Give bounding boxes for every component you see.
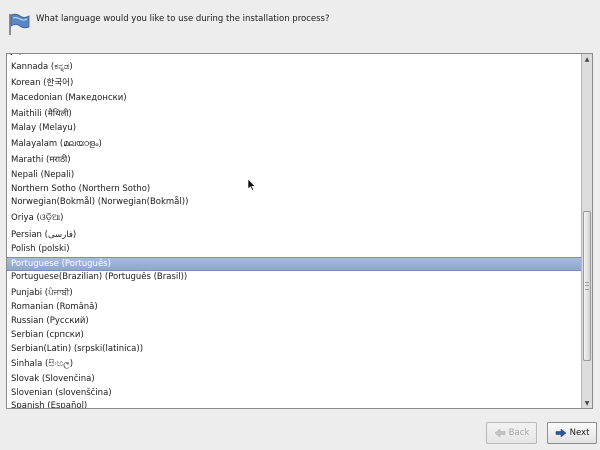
list-item[interactable]: Romanian (Română) <box>7 301 582 315</box>
list-item[interactable]: Spanish (Español) <box>7 400 582 408</box>
list-item[interactable]: Serbian (српски) <box>7 329 582 343</box>
list-item[interactable]: Nepali (Nepali) <box>7 169 582 183</box>
back-button[interactable]: Back <box>486 422 537 444</box>
back-button-label: Back <box>508 428 530 438</box>
list-item[interactable]: Polish (polski) <box>7 243 582 257</box>
scroll-thumb[interactable] <box>583 211 591 361</box>
language-list[interactable]: Japanese (日本語)Kannada (ಕನ್ನಡ)Korean (한국어… <box>7 54 582 408</box>
list-item[interactable]: Persian (فارسی) <box>7 227 582 244</box>
list-item[interactable]: Malay (Melayu) <box>7 122 582 136</box>
scroll-up-arrow-icon[interactable]: ▲ <box>582 54 592 64</box>
next-arrow-icon <box>555 428 566 438</box>
list-item[interactable]: Maithili (मैथिली) <box>7 106 582 123</box>
list-item[interactable]: Sinhala (සිංහල) <box>7 356 582 373</box>
next-button-label: Next <box>569 428 590 438</box>
list-item[interactable]: Northern Sotho (Northern Sotho) <box>7 183 582 197</box>
grip-icon <box>585 282 589 290</box>
list-item[interactable]: Macedonian (Македонски) <box>7 92 582 106</box>
header: What language would you like to use duri… <box>7 8 587 38</box>
language-question: What language would you like to use duri… <box>36 14 330 24</box>
list-item[interactable]: Norwegian(Bokmål) (Norwegian(Bokmål)) <box>7 196 582 210</box>
scroll-down-arrow-icon[interactable]: ▼ <box>582 398 592 408</box>
list-item[interactable]: Kannada (ಕನ್ನಡ) <box>7 59 582 76</box>
vertical-scrollbar[interactable]: ▲ ▼ <box>581 54 592 408</box>
list-item[interactable]: Russian (Русский) <box>7 315 582 329</box>
list-item[interactable]: Oriya (ଓଡ଼ିଆ) <box>7 210 582 227</box>
list-item[interactable]: Punjabi (ਪੰਜਾਬੀ) <box>7 285 582 302</box>
list-item[interactable]: Marathi (मराठी) <box>7 152 582 169</box>
list-item-selected[interactable]: Portuguese (Português) <box>7 257 582 271</box>
list-item[interactable]: Slovenian (slovenščina) <box>7 387 582 401</box>
list-item[interactable]: Slovak (Slovenčina) <box>7 373 582 387</box>
list-item[interactable]: Serbian(Latin) (srpski(latinica)) <box>7 343 582 357</box>
list-item[interactable]: Korean (한국어) <box>7 75 582 92</box>
next-button[interactable]: Next <box>547 422 597 444</box>
list-item[interactable]: Portuguese(Brazilian) (Português (Brasil… <box>7 271 582 285</box>
list-item[interactable]: Malayalam (മലയാളം) <box>7 136 582 153</box>
language-list-frame: Japanese (日本語)Kannada (ಕನ್ನಡ)Korean (한국어… <box>6 53 593 409</box>
flag-icon <box>9 13 30 35</box>
mouse-pointer-icon <box>248 179 256 191</box>
language-list-rows: Japanese (日本語)Kannada (ಕನ್ನಡ)Korean (한국어… <box>7 54 582 408</box>
back-arrow-icon <box>494 428 505 438</box>
